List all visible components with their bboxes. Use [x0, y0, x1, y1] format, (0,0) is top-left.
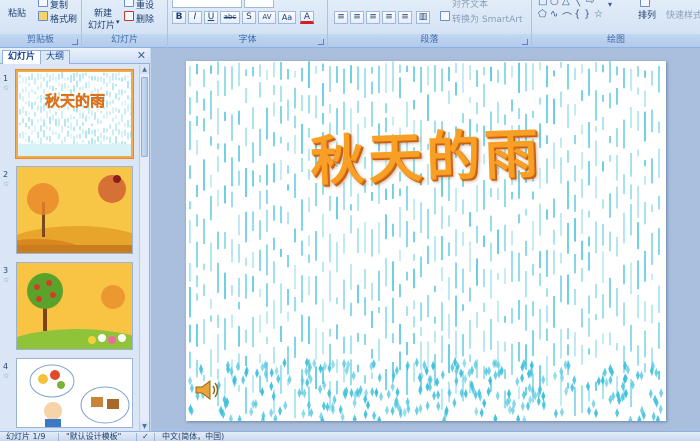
format-painter-button[interactable]: 格式刷	[50, 12, 77, 25]
thumbnail-scrollbar[interactable]: ▲ ▼	[139, 65, 149, 431]
transition-star-icon: ☆	[3, 372, 10, 380]
arrange-button[interactable]: 排列	[638, 8, 656, 21]
slide-title[interactable]: 秋天的雨	[186, 105, 666, 201]
font-name-box[interactable]	[172, 0, 242, 8]
slide-number: 3	[3, 266, 9, 275]
drawing-group: □ ○ △ ╲ ⇨ ⬠ ∿ ⌒ { } ☆ ▾ 排列 快速样式 绘图	[532, 0, 700, 48]
slides-group-label: 幻灯片	[82, 34, 167, 47]
connector-shape-icon[interactable]: ⌒	[562, 9, 572, 24]
pentagon-shape-icon[interactable]: ⬠	[538, 9, 547, 20]
star-shape-icon[interactable]: ☆	[594, 9, 603, 20]
brace-left-shape-icon[interactable]: {	[574, 9, 580, 20]
language-status[interactable]: 中文(简体，中国)	[162, 432, 224, 441]
delete-button[interactable]: 删除	[136, 12, 154, 25]
brace-right-shape-icon[interactable]: }	[584, 9, 590, 20]
curve-shape-icon[interactable]: ∿	[550, 9, 558, 20]
status-separator	[154, 433, 155, 441]
copy-icon	[38, 0, 48, 7]
arrow-shape-icon[interactable]: ⇨	[586, 0, 594, 7]
clipboard-group-label: 剪贴板	[0, 34, 81, 47]
oval-shape-icon[interactable]: ○	[550, 0, 559, 7]
distributed-icon[interactable]: ≡	[398, 11, 412, 24]
slide-4-preview	[17, 359, 132, 427]
slides-pane: 幻灯片 大纲 ✕ 1 ☆ 秋天的雨 2 ☆ 3 ☆ 4 ☆ ▲ ▼	[0, 48, 150, 431]
status-bar: 幻灯片 1/9 "默认设计模板" ✓ 中文(简体，中国)	[0, 431, 700, 441]
align-text-button[interactable]: 对齐文本	[452, 0, 488, 10]
reset-button[interactable]: 重设	[136, 0, 154, 11]
underline-button[interactable]: U	[204, 11, 218, 24]
transition-star-icon: ☆	[3, 276, 10, 284]
slide-thumbnail-3[interactable]	[16, 262, 133, 350]
slide-2-preview	[17, 167, 132, 253]
slide-1-preview: 秋天的雨	[18, 72, 131, 156]
ribbon: 粘贴 复制 格式刷 剪贴板 新建 幻灯片 ▾ 重设 删除 幻灯片 B I U a…	[0, 0, 700, 48]
align-left-icon[interactable]: ≡	[334, 11, 348, 24]
transition-star-icon: ☆	[3, 84, 10, 92]
slides-group: 新建 幻灯片 ▾ 重设 删除 幻灯片	[82, 0, 168, 48]
paste-button[interactable]: 粘贴	[8, 6, 26, 19]
slide-number: 4	[3, 362, 9, 371]
slide-thumbnail-1[interactable]: 秋天的雨	[16, 70, 133, 158]
paragraph-group-label: 段落	[328, 34, 531, 47]
scrollbar-thumb[interactable]	[141, 77, 148, 157]
status-separator	[136, 433, 137, 441]
slide-edit-area: 秋天的雨	[151, 48, 700, 431]
paragraph-group: ≡ ≡ ≡ ≡ ≡ ▥ 对齐文本 转换为 SmartArt 段落	[328, 0, 532, 48]
drawing-group-label: 绘图	[532, 34, 700, 47]
copy-button[interactable]: 复制	[50, 0, 68, 11]
triangle-shape-icon[interactable]: △	[562, 0, 570, 7]
arrange-icon	[640, 0, 650, 7]
close-icon[interactable]: ✕	[137, 49, 146, 62]
pane-tabs: 幻灯片 大纲 ✕	[0, 48, 150, 64]
columns-icon[interactable]: ▥	[416, 11, 430, 24]
tab-outline[interactable]: 大纲	[40, 50, 71, 64]
bold-button[interactable]: B	[172, 11, 186, 24]
thumb-title: 秋天的雨	[45, 92, 105, 110]
smartart-icon	[440, 11, 450, 21]
new-slide-button[interactable]: 幻灯片	[88, 18, 115, 31]
change-case-button[interactable]: Aa	[278, 11, 296, 24]
convert-smartart-button[interactable]: 转换为 SmartArt	[452, 12, 522, 25]
italic-button[interactable]: I	[188, 11, 202, 24]
strikethrough-button[interactable]: abc	[220, 11, 240, 24]
delete-icon	[124, 11, 134, 21]
slide-thumbnail-4[interactable]	[16, 358, 133, 428]
font-group: B I U abc S AV Aa A 字体	[168, 0, 328, 48]
paragraph-launcher-icon[interactable]	[522, 39, 528, 45]
slide-number: 1	[3, 74, 9, 83]
align-right-icon[interactable]: ≡	[366, 11, 380, 24]
reset-icon	[124, 0, 134, 7]
speaker-icon[interactable]	[194, 379, 220, 401]
format-painter-icon	[38, 11, 48, 21]
slide-3-preview	[17, 263, 132, 349]
spellcheck-icon[interactable]: ✓	[142, 432, 149, 441]
font-color-button[interactable]: A	[300, 11, 314, 24]
justify-icon[interactable]: ≡	[382, 11, 396, 24]
rectangle-shape-icon[interactable]: □	[538, 0, 547, 7]
font-size-box[interactable]	[244, 0, 274, 8]
clipboard-launcher-icon[interactable]	[72, 39, 78, 45]
scroll-up-icon[interactable]: ▲	[140, 65, 149, 74]
shapes-more-icon[interactable]: ▾	[608, 0, 612, 9]
char-spacing-button[interactable]: AV	[258, 11, 276, 24]
tab-slides[interactable]: 幻灯片	[2, 50, 42, 64]
clipboard-group: 粘贴 复制 格式刷 剪贴板	[0, 0, 82, 48]
slide-thumbnail-2[interactable]	[16, 166, 133, 254]
shadow-button[interactable]: S	[242, 11, 256, 24]
align-center-icon[interactable]: ≡	[350, 11, 364, 24]
dropdown-arrow-icon[interactable]: ▾	[116, 18, 120, 26]
scroll-down-icon[interactable]: ▼	[140, 422, 149, 431]
slide-count-status: 幻灯片 1/9	[6, 432, 46, 441]
theme-status[interactable]: "默认设计模板"	[66, 432, 121, 441]
transition-star-icon: ☆	[3, 180, 10, 188]
slide-canvas[interactable]: 秋天的雨	[186, 61, 666, 421]
status-separator	[58, 433, 59, 441]
slide-number: 2	[3, 170, 9, 179]
font-launcher-icon[interactable]	[318, 39, 324, 45]
line-shape-icon[interactable]: ╲	[574, 0, 580, 7]
quick-styles-button[interactable]: 快速样式	[666, 8, 700, 21]
font-group-label: 字体	[168, 34, 327, 47]
